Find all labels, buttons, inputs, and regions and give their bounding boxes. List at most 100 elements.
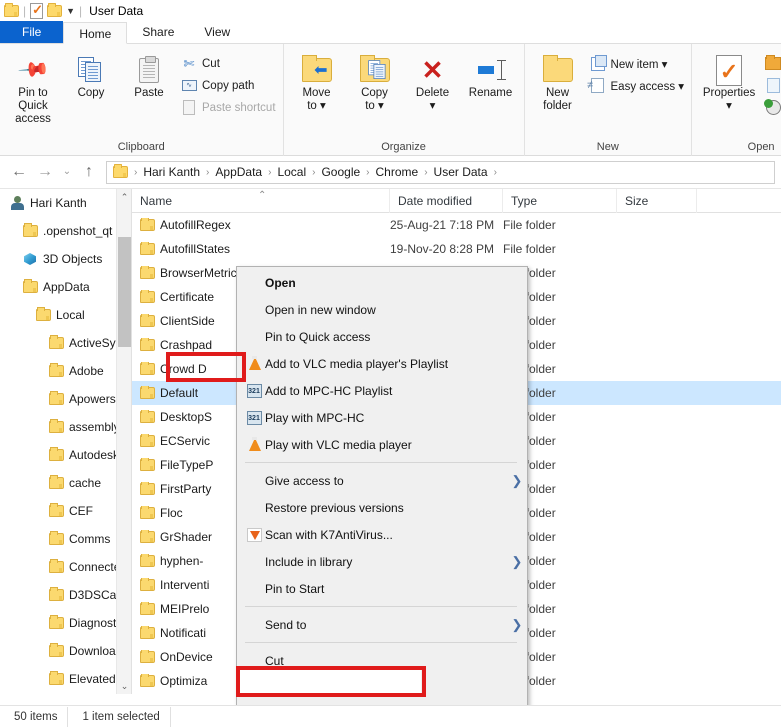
- menu-item-open-in-new-window[interactable]: Open in new window: [237, 296, 527, 323]
- paste-shortcut-button[interactable]: Paste shortcut: [178, 98, 279, 117]
- back-button[interactable]: ←: [6, 162, 32, 182]
- column-header-name[interactable]: Name ⌃: [132, 189, 390, 213]
- nav-item-comms[interactable]: Comms: [0, 525, 116, 553]
- breadcrumb-separator-3[interactable]: ›: [312, 167, 315, 178]
- folder-icon: [49, 645, 64, 657]
- open-button[interactable]: Open ▾: [762, 54, 781, 73]
- nav-item-3d-objects[interactable]: 3D Objects: [0, 245, 116, 273]
- tab-home[interactable]: Home: [63, 22, 127, 44]
- menu-item-open[interactable]: Open: [237, 269, 527, 296]
- folder-icon: [140, 555, 155, 567]
- column-header-size[interactable]: Size: [617, 189, 697, 213]
- menu-item-scan-with-k7antivirus[interactable]: Scan with K7AntiVirus...: [237, 521, 527, 548]
- copy-to-button[interactable]: Copy to ▾: [346, 47, 404, 113]
- nav-item-cache[interactable]: cache: [0, 469, 116, 497]
- forward-button[interactable]: →: [32, 162, 58, 182]
- nav-item-elevateddiagn[interactable]: ElevatedDiagn: [0, 665, 116, 693]
- nav-item-diagnostics[interactable]: Diagnostics: [0, 609, 116, 637]
- cut-button[interactable]: ✄ Cut: [178, 54, 279, 73]
- scroll-up-icon[interactable]: ⌃: [117, 189, 131, 205]
- tab-view[interactable]: View: [189, 21, 245, 43]
- menu-item-add-to-vlc-media-player-s-playlist[interactable]: Add to VLC media player's Playlist: [237, 350, 527, 377]
- tab-file[interactable]: File: [0, 21, 63, 43]
- nav-item-apowersoft[interactable]: Apowersoft: [0, 385, 116, 413]
- nav-item-activesync[interactable]: ActiveSync: [0, 329, 116, 357]
- open-small-commands: Open ▾ Edit History: [762, 47, 781, 117]
- nav-item-appdata[interactable]: AppData: [0, 273, 116, 301]
- history-button[interactable]: History: [762, 98, 781, 117]
- paste-button[interactable]: Paste: [120, 47, 178, 100]
- ribbon-group-label-organize: Organize: [288, 141, 520, 156]
- nav-item-openshot-qt[interactable]: .openshot_qt: [0, 217, 116, 245]
- menu-item-label: Add to MPC-HC Playlist: [265, 384, 527, 398]
- copy-button[interactable]: Copy: [62, 47, 120, 100]
- column-headers: Name ⌃ Date modified Type Size: [132, 189, 781, 213]
- menu-item-play-with-mpc-hc[interactable]: 321Play with MPC-HC: [237, 404, 527, 431]
- menu-item-restore-previous-versions[interactable]: Restore previous versions: [237, 494, 527, 521]
- breadcrumb-separator-2[interactable]: ›: [268, 167, 271, 178]
- new-item-button[interactable]: New item ▾: [587, 54, 688, 73]
- vlc-icon: [243, 437, 265, 452]
- breadcrumb-item-user-data[interactable]: User Data: [430, 162, 492, 183]
- table-row[interactable]: AutofillStates19-Nov-20 8:28 PMFile fold…: [132, 237, 781, 261]
- delete-button[interactable]: ✕ Delete ▾: [404, 47, 462, 113]
- nav-item-assembly[interactable]: assembly: [0, 413, 116, 441]
- menu-item-pin-to-start[interactable]: Pin to Start: [237, 575, 527, 602]
- nav-item-connectedde[interactable]: ConnectedDe: [0, 553, 116, 581]
- breadcrumb-item-local[interactable]: Local: [273, 162, 310, 183]
- rename-label: Rename: [469, 87, 512, 100]
- nav-item-cef[interactable]: CEF: [0, 497, 116, 525]
- copy-path-icon: ∿: [181, 78, 197, 94]
- breadcrumb-separator-4[interactable]: ›: [366, 167, 369, 178]
- menu-item-add-to-mpc-hc-playlist[interactable]: 321Add to MPC-HC Playlist: [237, 377, 527, 404]
- move-to-button[interactable]: ⬅ Move to ▾: [288, 47, 346, 113]
- nav-item-adobe[interactable]: Adobe: [0, 357, 116, 385]
- breadcrumb-item-google[interactable]: Google: [317, 162, 364, 183]
- breadcrumb-separator-6[interactable]: ›: [494, 167, 497, 178]
- file-name-label: ECServic: [160, 434, 210, 448]
- properties-icon[interactable]: [30, 3, 43, 19]
- nav-item-local[interactable]: Local: [0, 301, 116, 329]
- breadcrumb-item-chrome[interactable]: Chrome: [372, 162, 423, 183]
- navigation-scrollbar[interactable]: ⌃ ⌄: [116, 189, 131, 694]
- breadcrumb-separator-0[interactable]: ›: [134, 167, 137, 178]
- pin-to-quick-access-button[interactable]: 📌 Pin to Quick access: [4, 47, 62, 126]
- new-folder-icon[interactable]: [47, 5, 62, 17]
- column-header-type[interactable]: Type: [503, 189, 617, 213]
- rename-button[interactable]: Rename: [462, 47, 520, 100]
- menu-item-send-to[interactable]: Send to❯: [237, 611, 527, 638]
- recent-locations-button[interactable]: ⌄: [58, 162, 76, 182]
- menu-item-pin-to-quick-access[interactable]: Pin to Quick access: [237, 323, 527, 350]
- breadcrumb-separator-5[interactable]: ›: [424, 167, 427, 178]
- nav-item-d3dscache[interactable]: D3DSCache: [0, 581, 116, 609]
- table-row[interactable]: AutofillRegex25-Aug-21 7:18 PMFile folde…: [132, 213, 781, 237]
- properties-button[interactable]: Properties ▾: [696, 47, 762, 113]
- easy-access-button[interactable]: Easy access ▾: [587, 76, 688, 95]
- nav-item-hari-kanth[interactable]: Hari Kanth: [0, 189, 116, 217]
- scrollbar-thumb[interactable]: [118, 237, 131, 347]
- tab-share[interactable]: Share: [127, 21, 189, 43]
- breadcrumb-separator-1[interactable]: ›: [206, 167, 209, 178]
- nav-item-autodesk[interactable]: Autodesk: [0, 441, 116, 469]
- up-button[interactable]: ↑: [76, 162, 102, 182]
- menu-item-give-access-to[interactable]: Give access to❯: [237, 467, 527, 494]
- copy-path-button[interactable]: ∿ Copy path: [178, 76, 279, 95]
- ribbon-tabs: File Home Share View: [0, 22, 781, 44]
- edit-button[interactable]: Edit: [762, 76, 781, 95]
- folder-icon: [140, 219, 155, 231]
- breadcrumb[interactable]: › Hari Kanth › AppData › Local › Google …: [106, 161, 775, 184]
- folder-icon: [140, 435, 155, 447]
- breadcrumb-item-hari-kanth[interactable]: Hari Kanth: [139, 162, 204, 183]
- menu-item-play-with-vlc-media-player[interactable]: Play with VLC media player: [237, 431, 527, 458]
- ribbon-group-open: Properties ▾ Open ▾ Edit History: [692, 44, 781, 156]
- breadcrumb-item-appdata[interactable]: AppData: [211, 162, 266, 183]
- menu-item-include-in-library[interactable]: Include in library❯: [237, 548, 527, 575]
- scroll-down-icon[interactable]: ⌄: [117, 678, 131, 694]
- chevron-down-icon[interactable]: ▼: [66, 6, 75, 16]
- nav-item-downloaded[interactable]: Downloaded: [0, 637, 116, 665]
- new-folder-button[interactable]: New folder: [529, 47, 587, 113]
- column-header-date-modified[interactable]: Date modified: [390, 189, 503, 213]
- folder-icon: [49, 393, 64, 405]
- nav-item-google[interactable]: Google: [0, 693, 116, 694]
- ribbon-group-new: New folder New item ▾ Easy access ▾ New: [525, 44, 693, 156]
